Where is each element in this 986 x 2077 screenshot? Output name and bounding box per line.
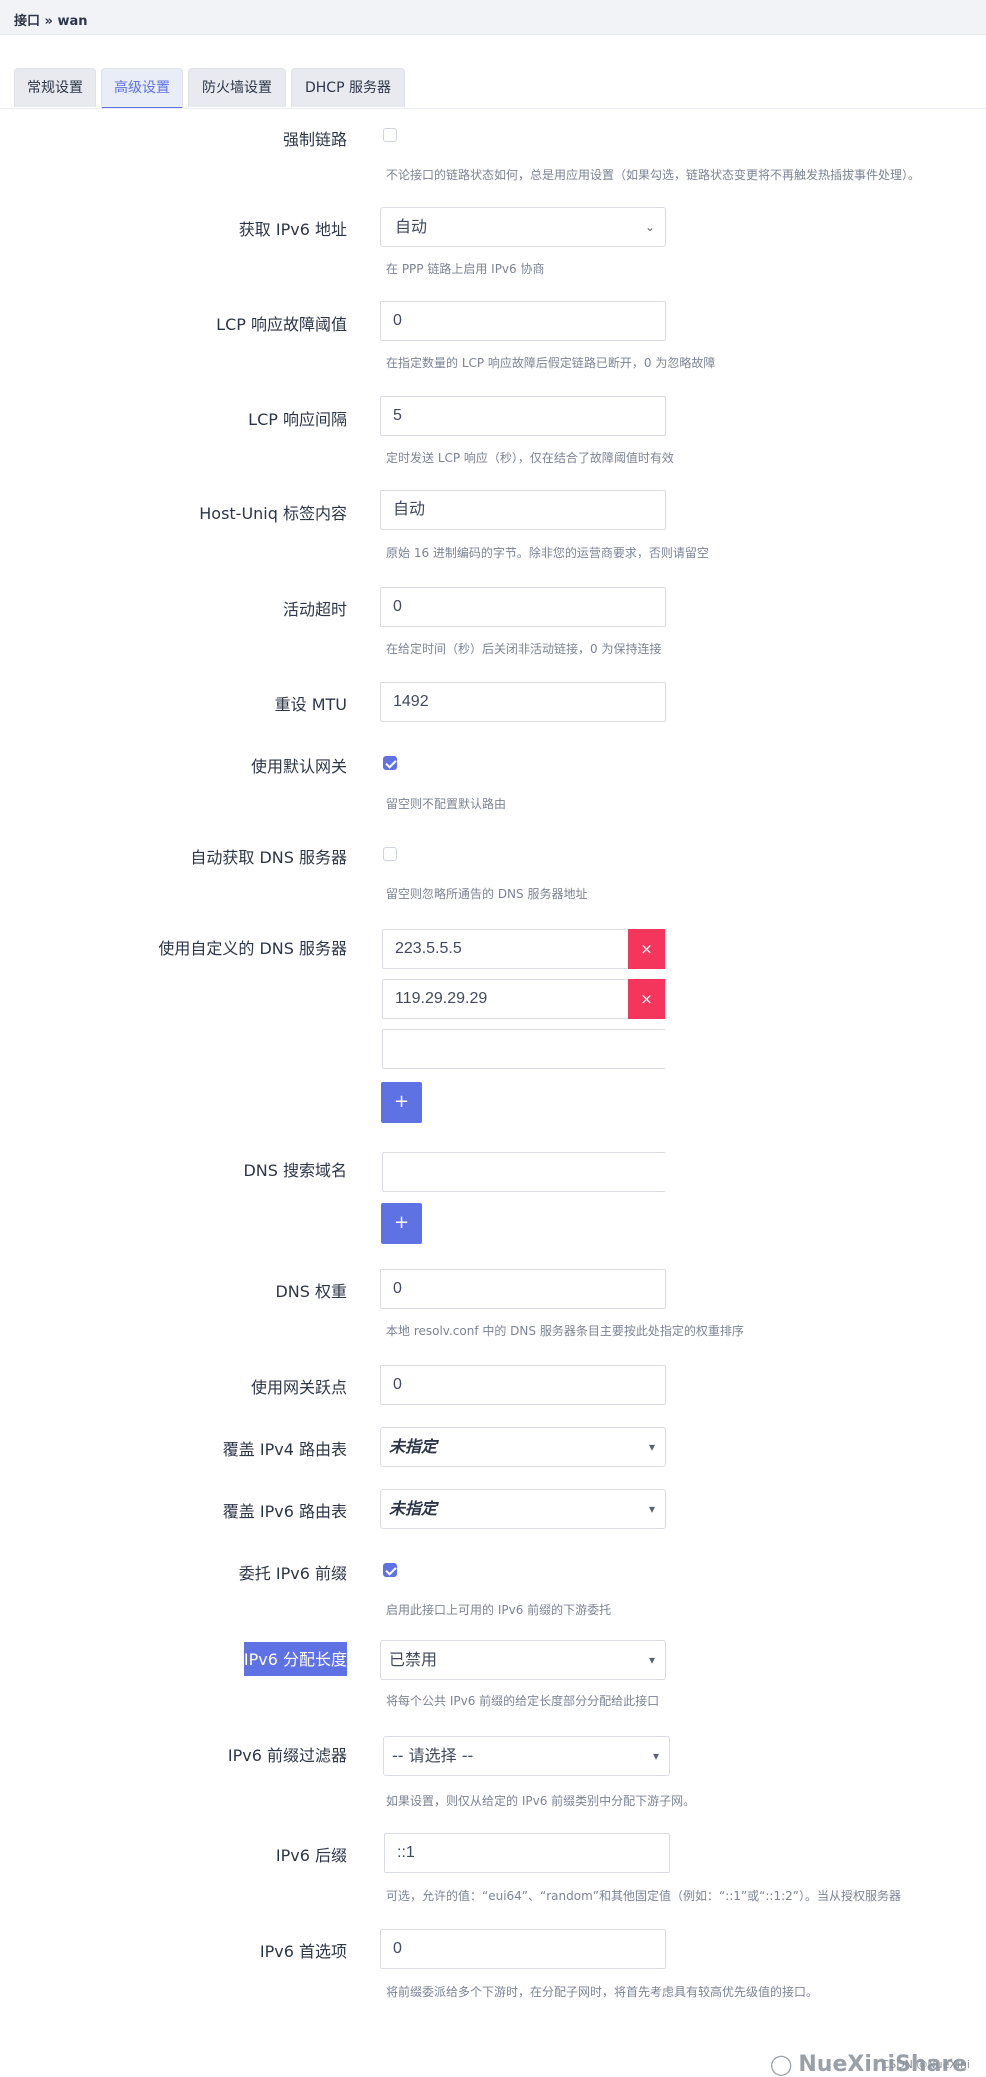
delegate-checkbox[interactable] <box>383 1563 397 1577</box>
dns-weight-desc: 本地 resolv.conf 中的 DNS 服务器条目主要按此处指定的权重排序 <box>386 1324 744 1338</box>
ip6table-value: 未指定 <box>389 1499 438 1518</box>
add-dns-search-button[interactable]: + <box>381 1203 422 1244</box>
add-dns-button[interactable]: + <box>381 1082 422 1123</box>
dns-weight-input[interactable]: 0 <box>380 1269 666 1309</box>
label-ip6table: 覆盖 IPv6 路由表 <box>222 1502 347 1521</box>
lcp-fail-desc: 在指定数量的 LCP 响应故障后假定链路已断开，0 为忽略故障 <box>386 356 716 370</box>
ip6table-select[interactable]: 未指定 ▾ <box>380 1489 666 1529</box>
label-host-uniq: Host-Uniq 标签内容 <box>199 504 347 523</box>
ip6class-select[interactable]: -- 请选择 -- ▾ <box>383 1736 670 1776</box>
label-dns-search: DNS 搜索域名 <box>243 1161 347 1180</box>
csdn-credit: CSDN @NueXini <box>881 2058 970 2071</box>
label-lcp-fail: LCP 响应故障阈值 <box>216 315 347 334</box>
caret-down-icon: ▾ <box>652 1749 659 1763</box>
chevron-down-icon: ⌄ <box>644 220 655 234</box>
ip6hint-desc: 可选，允许的值：“eui64”、“random”和其他固定值（例如：“::1”或… <box>386 1889 901 1903</box>
caret-down-icon: ▾ <box>648 1440 655 1454</box>
label-custom-dns: 使用自定义的 DNS 服务器 <box>158 939 347 958</box>
ipv6-select-value: 自动 <box>395 217 428 236</box>
metric-input[interactable]: 0 <box>380 1365 666 1405</box>
ip4table-select[interactable]: 未指定 ▾ <box>380 1427 666 1467</box>
force-link-desc: 不论接口的链路状态如何，总是用应用设置（如果勾选，链路状态变更将不再触发热插拔事… <box>386 168 921 182</box>
label-lcp-interval: LCP 响应间隔 <box>248 410 347 429</box>
force-link-checkbox[interactable] <box>383 128 397 142</box>
remove-dns-1-button[interactable]: × <box>628 929 665 969</box>
tab-advanced[interactable]: 高级设置 <box>101 68 183 110</box>
ip6assign-value: 已禁用 <box>389 1650 438 1669</box>
dns-search-input[interactable] <box>382 1152 666 1192</box>
mtu-input[interactable]: 1492 <box>380 682 666 722</box>
ip6class-value: -- 请选择 -- <box>392 1746 474 1765</box>
wechat-icon: ◯ <box>770 2052 793 2076</box>
tab-dhcp[interactable]: DHCP 服务器 <box>291 68 405 107</box>
dns-server-input-1[interactable]: 223.5.5.5 <box>382 929 628 969</box>
label-mtu: 重设 MTU <box>274 695 347 714</box>
peer-dns-desc: 留空则忽略所通告的 DNS 服务器地址 <box>386 887 588 901</box>
ip6class-desc: 如果设置，则仅从给定的 IPv6 前缀类别中分配下游子网。 <box>386 1794 696 1808</box>
idle-input[interactable]: 0 <box>380 587 666 627</box>
ip6weight-desc: 将前缀委派给多个下游时，在分配子网时，将首先考虑具有较高优先级值的接口。 <box>386 1985 819 1999</box>
ip4table-value: 未指定 <box>389 1437 438 1456</box>
label-delegate: 委托 IPv6 前缀 <box>238 1564 347 1583</box>
host-uniq-desc: 原始 16 进制编码的字节。除非您的运营商要求，否则请留空 <box>386 546 709 560</box>
peer-dns-checkbox[interactable] <box>383 847 397 861</box>
label-force-link: 强制链路 <box>282 130 347 149</box>
caret-down-icon: ▾ <box>648 1502 655 1516</box>
tab-general[interactable]: 常规设置 <box>14 68 96 107</box>
top-bar: 接口 » wan <box>0 0 986 35</box>
label-dns-weight: DNS 权重 <box>275 1282 347 1301</box>
label-ip4table: 覆盖 IPv4 路由表 <box>222 1440 347 1459</box>
ip6assign-desc: 将每个公共 IPv6 前缀的给定长度部分分配给此接口 <box>386 1694 660 1708</box>
ip6assign-select[interactable]: 已禁用 ▾ <box>380 1640 666 1680</box>
idle-desc: 在给定时间（秒）后关闭非活动链接，0 为保持连接 <box>386 642 662 656</box>
lcp-interval-desc: 定时发送 LCP 响应（秒），仅在结合了故障阈值时有效 <box>386 451 674 465</box>
dns-server-input-2[interactable]: 119.29.29.29 <box>382 979 628 1019</box>
ipv6-select[interactable]: 自动 ⌄ <box>380 207 666 247</box>
label-ipv6: 获取 IPv6 地址 <box>238 220 347 239</box>
host-uniq-input[interactable]: 自动 <box>380 490 666 530</box>
caret-down-icon: ▾ <box>648 1653 655 1667</box>
breadcrumb: 接口 » wan <box>14 14 88 29</box>
ip6weight-input[interactable]: 0 <box>380 1929 666 1969</box>
ipv6-desc: 在 PPP 链路上启用 IPv6 协商 <box>386 262 545 276</box>
label-default-gw: 使用默认网关 <box>250 757 347 776</box>
delegate-desc: 启用此接口上可用的 IPv6 前缀的下游委托 <box>386 1603 612 1617</box>
label-idle: 活动超时 <box>282 600 347 619</box>
label-ip6weight: IPv6 首选项 <box>259 1942 347 1961</box>
ip6hint-input[interactable]: ::1 <box>384 1833 670 1873</box>
lcp-interval-input[interactable]: 5 <box>380 396 666 436</box>
lcp-fail-input[interactable]: 0 <box>380 301 666 341</box>
label-peer-dns: 自动获取 DNS 服务器 <box>190 848 347 867</box>
label-ip6hint: IPv6 后缀 <box>275 1846 347 1865</box>
default-gw-desc: 留空则不配置默认路由 <box>386 797 507 811</box>
tab-firewall[interactable]: 防火墙设置 <box>188 68 286 107</box>
default-gw-checkbox[interactable] <box>383 756 397 770</box>
label-metric: 使用网关跃点 <box>250 1378 347 1397</box>
label-ip6class: IPv6 前缀过滤器 <box>227 1746 347 1765</box>
dns-server-input-new[interactable] <box>382 1029 666 1069</box>
remove-dns-2-button[interactable]: × <box>628 979 665 1019</box>
label-ip6assign: IPv6 分配长度 <box>243 1642 347 1676</box>
